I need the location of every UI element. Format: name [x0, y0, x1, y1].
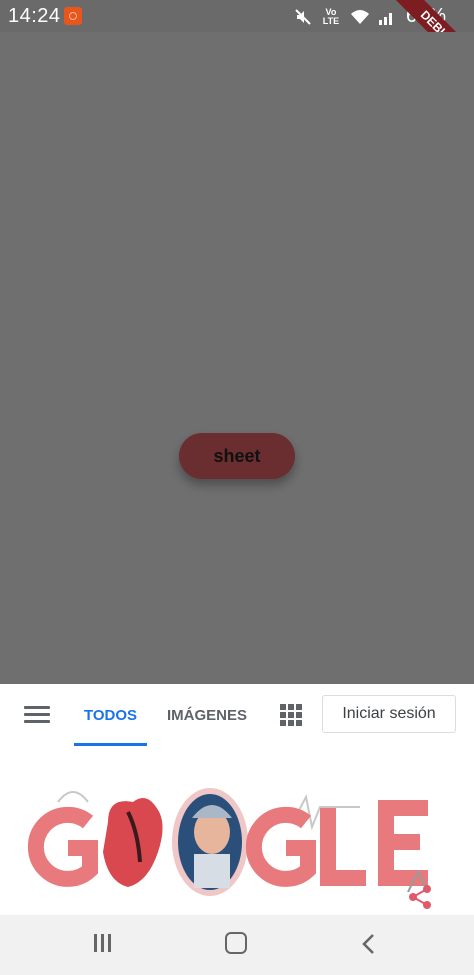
recent-apps-icon[interactable]: [92, 934, 114, 954]
app-notification-icon: [64, 7, 82, 25]
menu-icon[interactable]: [24, 706, 50, 724]
search-tab-bar: TODOS IMÁGENES Iniciar sesión: [0, 684, 474, 746]
back-icon[interactable]: [359, 932, 379, 956]
share-icon[interactable]: [406, 883, 434, 911]
sign-in-button[interactable]: Iniciar sesión: [322, 695, 456, 733]
modal-scrim[interactable]: [0, 32, 474, 684]
status-icons: Vo LTE 68%: [294, 5, 446, 28]
status-bar: 14:24 Vo LTE 68% DEBUG: [0, 0, 474, 80]
volte-icon: Vo LTE: [322, 6, 340, 26]
signal-icon: [378, 8, 396, 26]
sheet-button[interactable]: sheet: [179, 433, 295, 479]
home-icon[interactable]: [225, 932, 247, 954]
navigation-bar: [0, 915, 474, 975]
tab-todos[interactable]: TODOS: [84, 707, 137, 724]
mute-icon: [294, 8, 312, 26]
google-doodle[interactable]: [27, 782, 448, 915]
bottom-sheet: TODOS IMÁGENES Iniciar sesión: [0, 684, 474, 915]
apps-grid-icon[interactable]: [280, 704, 302, 726]
status-time: 14:24: [8, 5, 61, 27]
active-tab-indicator: [74, 743, 147, 746]
tab-imagenes[interactable]: IMÁGENES: [167, 707, 247, 724]
battery-percent: 68%: [405, 5, 446, 27]
wifi-icon: [350, 8, 369, 26]
